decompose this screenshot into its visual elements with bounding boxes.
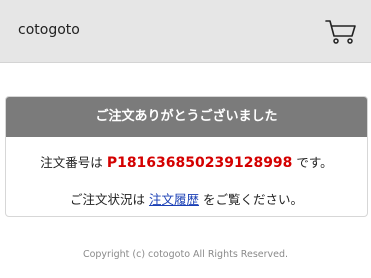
order-status-line: ご注文状況は 注文履歴 をご覧ください。: [6, 189, 367, 208]
confirmation-title: ご注文ありがとうございました: [6, 97, 367, 137]
order-prefix: 注文番号は: [40, 155, 103, 170]
brand-logo[interactable]: cotogoto: [18, 22, 80, 38]
order-history-link[interactable]: 注文履歴: [149, 192, 199, 207]
status-prefix: ご注文状況は: [69, 192, 145, 207]
status-suffix: をご覧ください。: [203, 192, 304, 207]
order-suffix: です。: [296, 155, 333, 170]
cart-icon[interactable]: [325, 19, 357, 45]
copyright-footer: Copyright (c) cotogoto All Rights Reserv…: [82, 249, 289, 260]
order-number: P181636850239128998: [106, 155, 293, 171]
order-number-line: 注文番号は P181636850239128998 です。: [6, 152, 367, 171]
site-header: cotogoto: [0, 0, 371, 63]
order-confirmation-card: ご注文ありがとうございました 注文番号は P181636850239128998 で…: [5, 96, 368, 217]
